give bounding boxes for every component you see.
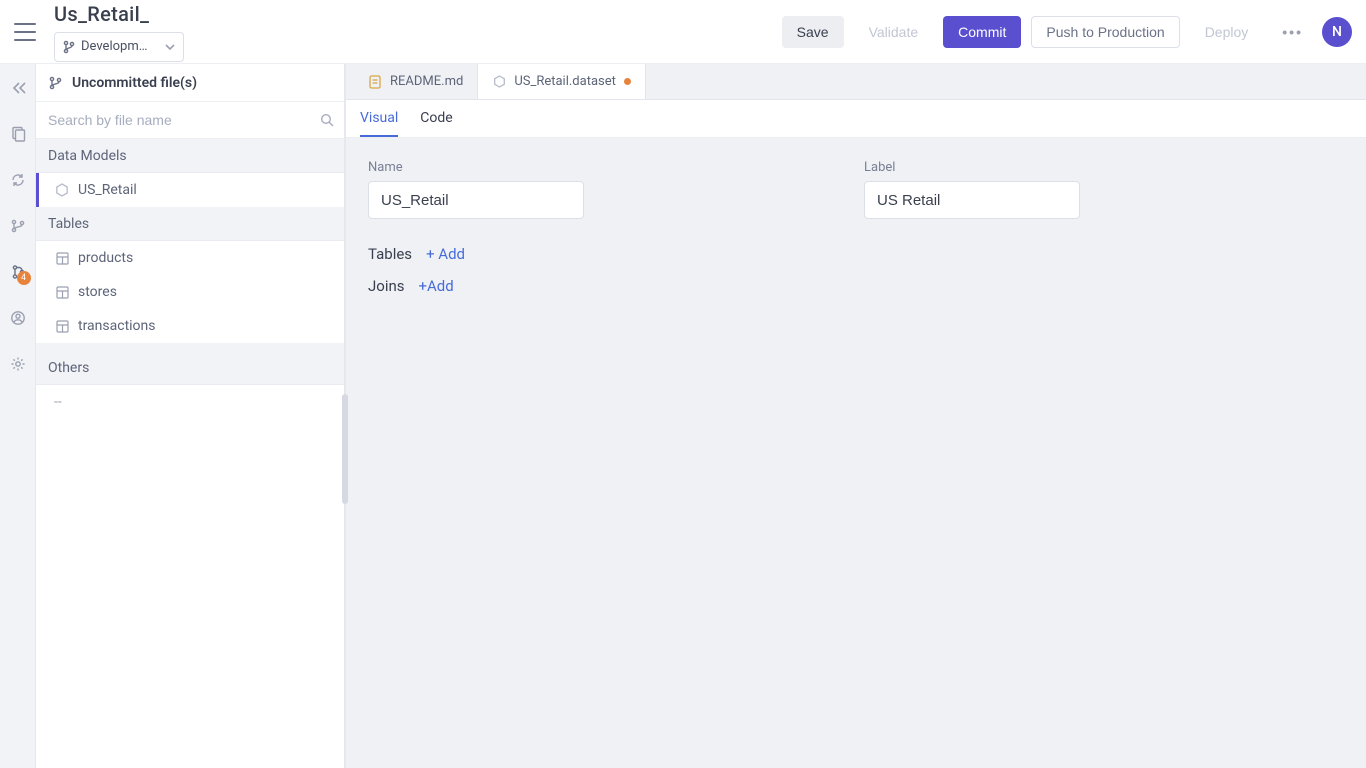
sidebar-title: Uncommitted file(s) bbox=[72, 75, 197, 91]
tab-label: US_Retail.dataset bbox=[514, 74, 616, 89]
changes-count-badge: 4 bbox=[17, 271, 31, 285]
sidebar-title-row: Uncommitted file(s) bbox=[36, 64, 344, 102]
push-to-production-button[interactable]: Push to Production bbox=[1031, 16, 1179, 48]
subtab-visual[interactable]: Visual bbox=[360, 110, 398, 137]
rail-files-button[interactable] bbox=[0, 120, 36, 148]
branch-icon bbox=[63, 40, 75, 54]
group-tables: Tables bbox=[36, 207, 344, 241]
rail-changes-button[interactable]: 4 bbox=[0, 258, 36, 286]
table-icon bbox=[54, 250, 70, 266]
rail-profile-button[interactable] bbox=[0, 304, 36, 332]
editor-body: Name Label Tables + Add Joins +Add bbox=[346, 138, 1366, 768]
branch-icon bbox=[48, 75, 62, 91]
name-input[interactable] bbox=[368, 181, 584, 219]
tables-section: Tables + Add bbox=[368, 245, 1344, 263]
deploy-button[interactable]: Deploy bbox=[1190, 16, 1264, 48]
joins-section: Joins +Add bbox=[368, 277, 1344, 295]
more-actions-button[interactable]: ••• bbox=[1273, 16, 1312, 48]
sidebar-item-products[interactable]: products bbox=[36, 241, 344, 275]
label-label: Label bbox=[864, 160, 1080, 175]
joins-heading: Joins bbox=[368, 277, 405, 295]
rail-refresh-button[interactable] bbox=[0, 166, 36, 194]
dataset-icon bbox=[54, 182, 70, 198]
rail-settings-button[interactable] bbox=[0, 350, 36, 378]
readme-file-icon bbox=[368, 75, 382, 89]
topbar-actions: Save Validate Commit Push to Production … bbox=[782, 16, 1352, 48]
gear-icon bbox=[10, 356, 26, 372]
tab-label: README.md bbox=[390, 74, 463, 89]
branches-icon bbox=[10, 218, 26, 234]
commit-button[interactable]: Commit bbox=[943, 16, 1021, 48]
search-input[interactable] bbox=[36, 102, 344, 138]
table-icon bbox=[54, 284, 70, 300]
subtab-code[interactable]: Code bbox=[420, 110, 452, 137]
search-icon bbox=[320, 113, 334, 127]
chevron-down-icon bbox=[165, 44, 175, 50]
sidebar-item-label: transactions bbox=[78, 318, 156, 334]
add-join-button[interactable]: +Add bbox=[419, 277, 454, 295]
add-table-button[interactable]: + Add bbox=[426, 245, 465, 263]
group-data-models: Data Models bbox=[36, 139, 344, 173]
sidebar-item-label: stores bbox=[78, 284, 117, 300]
main: 4 Uncommitted file(s) Data Models US_Ret… bbox=[0, 64, 1366, 768]
project-header: Us_Retail_ Developm… bbox=[54, 2, 184, 62]
tables-heading: Tables bbox=[368, 245, 412, 263]
rail-branches-button[interactable] bbox=[0, 212, 36, 240]
save-button[interactable]: Save bbox=[782, 16, 844, 48]
sidebar-item-stores[interactable]: stores bbox=[36, 275, 344, 309]
person-icon bbox=[10, 310, 26, 326]
tab-us-retail-dataset[interactable]: US_Retail.dataset bbox=[478, 64, 646, 99]
collapse-sidebar-button[interactable] bbox=[0, 74, 36, 102]
label-input[interactable] bbox=[864, 181, 1080, 219]
tab-readme[interactable]: README.md bbox=[354, 64, 478, 99]
editor-tabstrip: README.md US_Retail.dataset bbox=[346, 64, 1366, 100]
double-chevron-left-icon bbox=[12, 82, 28, 94]
group-others: Others bbox=[36, 351, 344, 385]
sidebar-item-label: US_Retail bbox=[78, 182, 137, 198]
sidebar-search bbox=[36, 102, 344, 139]
sidebar-scrollbar[interactable] bbox=[342, 394, 348, 504]
sidebar-item-us-retail[interactable]: US_Retail bbox=[36, 173, 344, 207]
menu-toggle[interactable] bbox=[14, 23, 36, 41]
sidebar-item-label: -- bbox=[54, 394, 62, 410]
dirty-indicator-icon bbox=[624, 78, 631, 85]
content: README.md US_Retail.dataset Visual Code … bbox=[345, 64, 1366, 768]
files-icon bbox=[10, 126, 26, 142]
branch-selector[interactable]: Developm… bbox=[54, 32, 184, 62]
sidebar-item-label: products bbox=[78, 250, 133, 266]
dataset-icon bbox=[492, 75, 506, 89]
name-label: Name bbox=[368, 160, 584, 175]
topbar: Us_Retail_ Developm… Save Validate Commi… bbox=[0, 0, 1366, 64]
project-title: Us_Retail_ bbox=[54, 2, 184, 26]
editor-subtabs: Visual Code bbox=[346, 100, 1366, 138]
user-avatar[interactable]: N bbox=[1322, 17, 1352, 47]
sidebar-others-empty: -- bbox=[36, 385, 344, 419]
field-name: Name bbox=[368, 160, 584, 219]
sidebar: Uncommitted file(s) Data Models US_Retai… bbox=[36, 64, 345, 768]
branch-label: Developm… bbox=[81, 39, 147, 54]
refresh-icon bbox=[10, 172, 26, 188]
table-icon bbox=[54, 318, 70, 334]
validate-button[interactable]: Validate bbox=[854, 16, 934, 48]
sidebar-item-transactions[interactable]: transactions bbox=[36, 309, 344, 343]
field-label: Label bbox=[864, 160, 1080, 219]
activity-rail: 4 bbox=[0, 64, 36, 768]
